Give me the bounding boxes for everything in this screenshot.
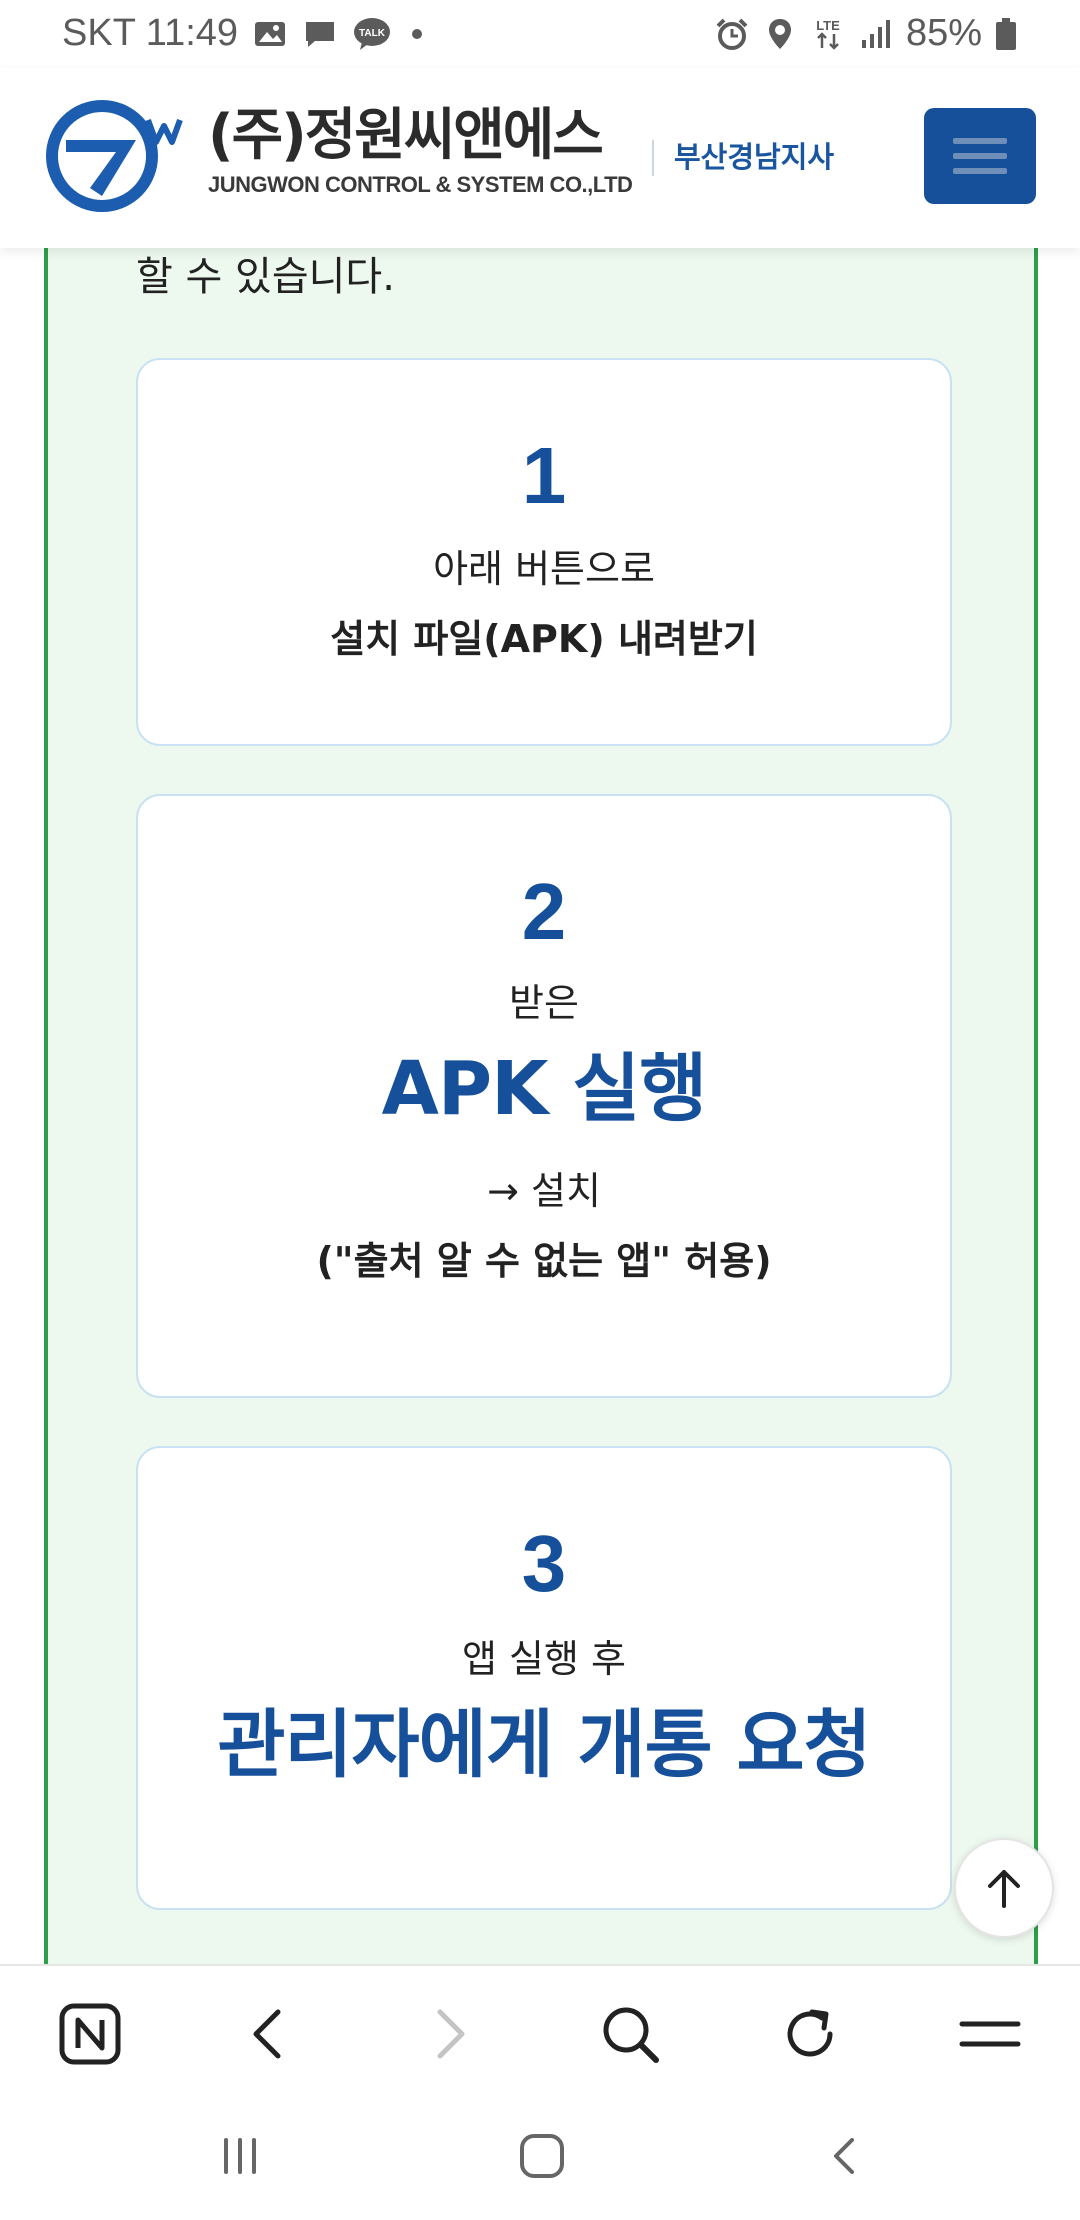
scroll-to-top-button[interactable] <box>954 1838 1054 1938</box>
company-name-english: JUNGWON CONTROL & SYSTEM CO.,LTD <box>208 172 633 197</box>
logo-text[interactable]: (주)정원씨앤에스 JUNGWON CONTROL & SYSTEM CO.,L… <box>208 103 633 198</box>
hamburger-menu-button[interactable] <box>924 108 1036 204</box>
arrow-up-icon <box>988 1870 1020 1908</box>
back-icon <box>253 2009 281 2059</box>
step-number: 1 <box>521 431 567 520</box>
status-bar: SKT 11:49 TALK LTE 85% <box>0 0 1080 68</box>
intro-text: 할 수 있습니다. <box>136 254 395 300</box>
network-type: LTE <box>816 18 840 33</box>
browser-menu-button[interactable] <box>952 1996 1028 2072</box>
forward-icon <box>437 2009 465 2059</box>
location-icon <box>768 18 791 49</box>
alarm-icon <box>716 18 748 50</box>
browser-toolbar <box>0 1964 1080 2094</box>
step-number: 3 <box>521 1519 567 1608</box>
step-card-3: 3 앱 실행 후 관리자에게 개통 요청 <box>136 1446 952 1910</box>
search-icon <box>603 2007 659 2063</box>
home-button[interactable] <box>502 2124 582 2188</box>
step-text-line2: ("출처 알 수 없는 앱" 허용) <box>316 1239 772 1283</box>
header-divider <box>652 140 654 176</box>
install-guide-panel: 할 수 있습니다. 1 아래 버튼으로 설치 파일(APK) 내려받기 2 받은… <box>44 248 1038 1964</box>
menu-bar-icon <box>953 138 1007 144</box>
battery-icon <box>996 17 1016 50</box>
kakaotalk-icon: TALK <box>354 17 391 50</box>
message-icon <box>306 21 335 47</box>
company-logo-icon[interactable] <box>44 96 196 212</box>
step-number: 2 <box>521 867 567 956</box>
menu-icon <box>959 2021 1021 2047</box>
battery-percent: 85% <box>905 12 982 54</box>
step-emphasis: APK 실행 <box>381 1046 708 1132</box>
home-icon <box>520 2134 564 2178</box>
forward-button[interactable] <box>412 1996 488 2072</box>
refresh-icon <box>787 2009 833 2057</box>
carrier-time: SKT 11:49 <box>62 12 239 54</box>
system-back-button[interactable] <box>806 2124 886 2188</box>
status-left: SKT 11:49 TALK <box>62 12 423 55</box>
menu-bar-icon <box>953 168 1007 174</box>
site-header: (주)정원씨앤에스 JUNGWON CONTROL & SYSTEM CO.,L… <box>0 68 1080 248</box>
branch-label: 부산경남지사 <box>674 140 835 174</box>
step-card-2: 2 받은 APK 실행 → 설치 ("출처 알 수 없는 앱" 허용) <box>136 794 952 1398</box>
lte-data-icon: LTE <box>816 18 840 50</box>
company-name: (주)정원씨앤에스 <box>208 103 604 168</box>
notification-dot <box>412 28 423 39</box>
naver-home-button[interactable] <box>52 1996 128 2072</box>
step-card-1: 1 아래 버튼으로 설치 파일(APK) 내려받기 <box>136 358 952 746</box>
search-button[interactable] <box>592 1996 668 2072</box>
step-text-line1: → 설치 <box>487 1169 601 1213</box>
recent-apps-button[interactable] <box>200 2124 280 2188</box>
signal-icon <box>861 19 890 48</box>
step-text-pre: 받은 <box>509 981 579 1025</box>
system-back-icon <box>834 2138 854 2174</box>
back-button[interactable] <box>230 1996 306 2072</box>
step-text-pre: 앱 실행 후 <box>462 1637 626 1681</box>
status-right: LTE 85% <box>714 12 1018 55</box>
talk-badge-text: TALK <box>359 28 386 39</box>
step-text-line1: 아래 버튼으로 <box>433 547 655 591</box>
system-navigation-bar <box>0 2094 1080 2220</box>
menu-bar-icon <box>953 153 1007 159</box>
refresh-button[interactable] <box>772 1996 848 2072</box>
step-text-line2: 설치 파일(APK) 내려받기 <box>330 617 758 661</box>
naver-home-icon <box>59 2003 121 2065</box>
recent-apps-icon <box>224 2138 256 2174</box>
gallery-icon <box>255 21 286 46</box>
step-emphasis: 관리자에게 개통 요청 <box>217 1702 871 1788</box>
